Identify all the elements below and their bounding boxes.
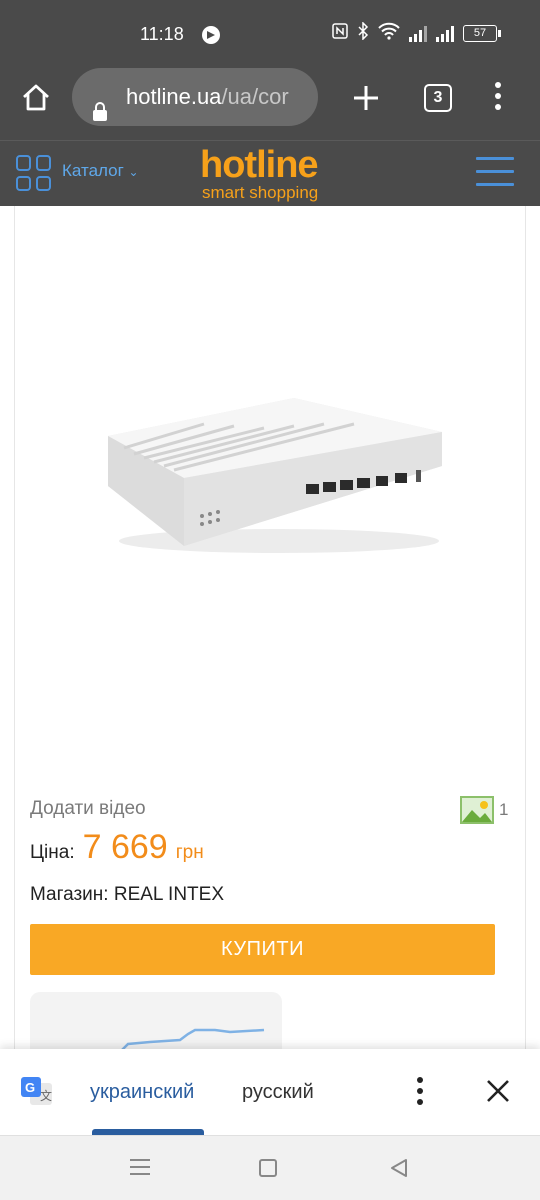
back-icon[interactable] [389,1158,409,1178]
nfc-icon [332,23,348,44]
url-path: /ua/cor [221,84,289,109]
status-bar: 11:18 57 [0,0,540,68]
battery-icon: 57 [463,25,501,42]
new-tab-icon[interactable] [350,82,382,114]
price-value: 7 669 [82,828,168,866]
wifi-icon [378,22,400,45]
svg-text:文: 文 [40,1088,52,1103]
lock-icon [92,86,108,121]
translate-bar: 文G украинский русский [0,1049,540,1135]
svg-text:G: G [25,1080,35,1095]
url-bar[interactable]: hotline.ua/ua/cor [72,68,318,126]
browser-menu-icon[interactable] [490,82,506,114]
tab-switcher-button[interactable]: 3 [424,84,452,112]
language-tab-russian[interactable]: русский [242,1081,314,1104]
gallery-count: 1 [499,800,509,819]
buy-button[interactable]: КУПИТИ [30,924,495,975]
status-icons: 57 [332,21,501,45]
price-currency: грн [175,842,204,863]
logo-main: hotline [200,144,319,186]
system-nav-bar [0,1135,540,1200]
hamburger-menu-icon[interactable] [476,157,514,187]
shop-name[interactable]: Магазин: REAL INTEX [30,884,224,906]
price-history-chart[interactable] [30,992,282,1052]
product-image[interactable] [104,396,446,556]
google-translate-icon: 文G [20,1075,54,1109]
recent-apps-icon[interactable] [130,1159,150,1177]
signal-icon [436,25,454,42]
close-icon[interactable] [484,1077,512,1105]
signal-icon [409,25,427,42]
chevron-down-icon: ⌄ [128,165,139,179]
catalog-button[interactable]: Каталог ⌄ [62,161,139,181]
language-tab-ukrainian[interactable]: украинский [90,1081,194,1104]
browser-toolbar: hotline.ua/ua/cor 3 [0,68,540,140]
gallery-icon[interactable] [460,796,494,824]
home-icon[interactable] [20,82,52,114]
add-video-link[interactable]: Додати відео [30,798,146,820]
catalog-label: Каталог [62,161,124,180]
url-host: hotline.ua [126,84,222,109]
translate-options-icon[interactable] [414,1077,426,1107]
price-label: Ціна: [30,842,75,863]
bluetooth-icon [357,21,369,45]
home-nav-icon[interactable] [259,1159,277,1177]
price-row: Ціна: 7 669 грн [30,828,204,868]
status-time: 11:18 [140,24,184,44]
catalog-grid-icon[interactable] [16,155,52,191]
site-header: Каталог ⌄ hotline smart shopping [0,140,540,206]
logo-tagline: smart shopping [202,183,319,202]
notification-icon [202,26,220,44]
hotline-logo[interactable]: hotline smart shopping [200,145,350,203]
